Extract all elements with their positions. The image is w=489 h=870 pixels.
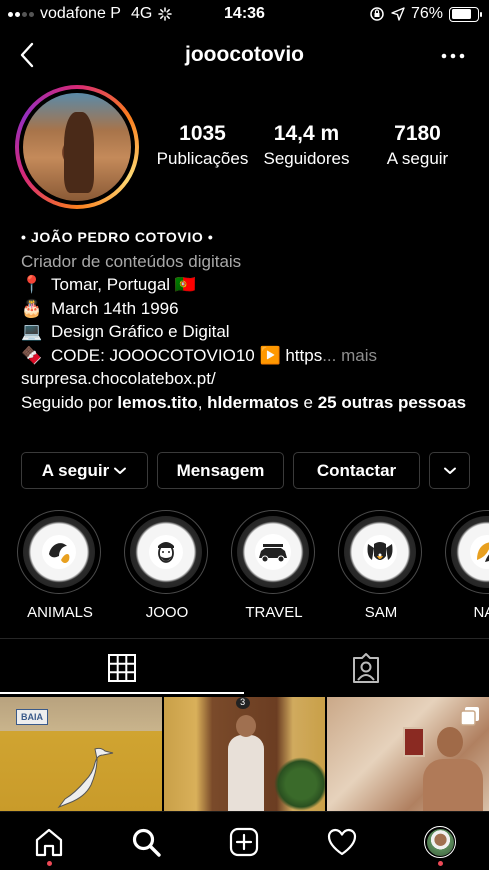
following-button[interactable]: A seguir xyxy=(21,452,148,489)
contact-button[interactable]: Contactar xyxy=(293,452,420,489)
highlight-nat[interactable]: NAT xyxy=(445,510,489,620)
profile-username: jooocotovio xyxy=(185,43,304,66)
highlight-label: ANIMALS xyxy=(27,604,93,620)
active-tab-indicator xyxy=(0,692,244,694)
chevron-down-icon xyxy=(114,467,127,474)
tabs-divider xyxy=(0,638,489,639)
post-number: 3 xyxy=(235,697,250,709)
profile-avatar-mini xyxy=(424,826,456,858)
posts-count: 1035 xyxy=(179,122,226,145)
leaf-icon xyxy=(470,535,489,569)
person-figure xyxy=(227,735,264,811)
bio-line-birthday: 🎂 March 14th 1996 xyxy=(21,297,471,321)
chevron-down-icon xyxy=(443,467,456,474)
post-thumbnail[interactable] xyxy=(327,697,489,811)
grid-icon xyxy=(108,653,136,682)
followed-user-2: hldermatos xyxy=(207,392,299,412)
rotation-lock-icon xyxy=(370,7,384,21)
person-body xyxy=(423,759,484,811)
highlight-sam[interactable]: SAM xyxy=(338,510,424,620)
dolphin-icon xyxy=(42,535,76,569)
dog-icon xyxy=(363,535,397,569)
battery-icon xyxy=(449,6,482,22)
followers-count: 14,4 m xyxy=(273,122,340,145)
following-count: 7180 xyxy=(394,122,441,145)
search-icon xyxy=(132,828,161,857)
heart-icon xyxy=(327,828,357,856)
laptop-icon: 💻 xyxy=(21,322,43,341)
profile-full-name: • JOÃO PEDRO COTOVIO • xyxy=(21,229,214,245)
followed-user-1: lemos.tito xyxy=(117,392,198,412)
person-head xyxy=(437,727,464,757)
frame xyxy=(403,727,426,757)
stat-followers[interactable]: 14,4 m Seguidores xyxy=(254,122,359,169)
bio-line-profession: 💻 Design Gráfico e Digital xyxy=(21,320,471,344)
highlight-jooo[interactable]: JOOO xyxy=(124,510,210,620)
tab-posts-grid[interactable] xyxy=(0,640,244,695)
cake-icon: 🎂 xyxy=(21,298,43,318)
highlight-label: SAM xyxy=(364,604,398,620)
nav-search[interactable] xyxy=(128,824,164,860)
profile-category: Criador de conteúdos digitais xyxy=(21,251,242,271)
profile-header: jooocotovio xyxy=(0,36,489,76)
posts-grid: BAIA 3 xyxy=(0,697,489,811)
nav-activity[interactable] xyxy=(324,824,360,860)
stat-following[interactable]: 7180 A seguir xyxy=(365,122,470,169)
suggestions-dropdown-button[interactable] xyxy=(429,452,470,489)
highlight-animals[interactable]: ANIMALS xyxy=(17,510,103,620)
person-head xyxy=(235,715,256,737)
post-thumbnail[interactable]: 3 xyxy=(163,697,326,811)
more-link[interactable]: ... mais xyxy=(322,346,377,365)
profile-actions: A seguir Mensagem Contactar xyxy=(21,452,470,489)
avatar-photo xyxy=(23,93,131,201)
highlight-label: TRAVEL xyxy=(245,604,303,620)
bio-link[interactable]: surpresa.chocolatebox.pt/ xyxy=(21,367,471,391)
stat-posts[interactable]: 1035 Publicações xyxy=(151,122,254,169)
car-icon xyxy=(255,534,291,570)
nav-home[interactable] xyxy=(31,824,67,866)
followers-label: Seguidores xyxy=(263,149,350,168)
bio-line-code: 🍫 CODE: JOOOCOTOVIO10 ▶️ https... mais xyxy=(21,344,471,368)
highlight-travel[interactable]: TRAVEL xyxy=(231,510,317,620)
home-notification-dot xyxy=(46,861,52,866)
status-right: 76% xyxy=(369,5,482,23)
pin-icon: 📍 xyxy=(21,275,43,294)
followed-others: 25 outras pessoas xyxy=(317,392,467,412)
battery-fill xyxy=(451,9,471,19)
nav-profile[interactable] xyxy=(422,824,458,866)
heron-icon xyxy=(57,747,114,809)
following-label: A seguir xyxy=(386,149,449,168)
chocolate-icon: 🍫 xyxy=(21,345,43,365)
face-icon xyxy=(149,535,183,569)
tab-tagged[interactable] xyxy=(244,640,488,695)
create-post-icon xyxy=(229,827,259,857)
plant xyxy=(273,757,326,811)
bio-line-location: 📍 Tomar, Portugal 🇵🇹 xyxy=(21,273,471,297)
nav-create[interactable] xyxy=(226,824,262,860)
highlight-label: JOOO xyxy=(145,604,189,620)
message-button[interactable]: Mensagem xyxy=(157,452,284,489)
highlight-label: NAT xyxy=(473,604,489,620)
home-icon xyxy=(35,828,63,857)
profile-stats: 1035 Publicações 14,4 m Seguidores 7180 … xyxy=(155,122,475,169)
tagged-icon xyxy=(353,652,379,683)
story-highlights: ANIMALS JOOO TRAVEL SAM N xyxy=(17,510,489,620)
followed-by[interactable]: Seguido por lemos.tito, hldermatos e 25 … xyxy=(21,391,471,415)
multiple-photos-icon xyxy=(460,707,480,726)
bottom-navigation xyxy=(0,811,489,870)
battery-percent: 76% xyxy=(410,5,443,22)
more-options-icon[interactable] xyxy=(439,44,467,68)
location-icon xyxy=(391,7,405,21)
post-thumbnail[interactable]: BAIA xyxy=(0,697,162,811)
profile-bio: • JOÃO PEDRO COTOVIO • Criador de conteú… xyxy=(21,226,471,414)
status-bar: vodafone P 4G 14:36 76% xyxy=(0,0,489,28)
posts-label: Publicações xyxy=(156,149,249,168)
profile-notification-dot xyxy=(437,861,443,866)
profile-avatar[interactable] xyxy=(15,85,139,209)
post-sign: BAIA xyxy=(16,709,48,725)
